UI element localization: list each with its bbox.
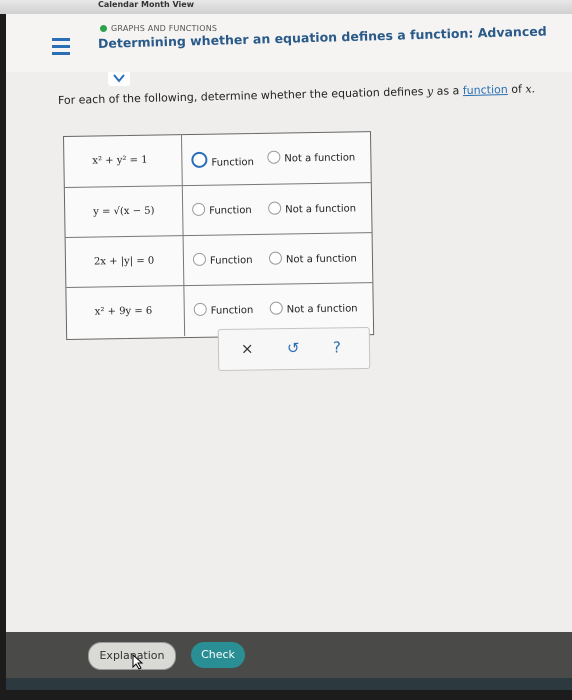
mouse-cursor-icon: [132, 654, 144, 670]
topic-category: GRAPHS AND FUNCTIONS: [111, 24, 218, 33]
equation-cell: x² + 9y = 6: [66, 286, 186, 338]
radio-icon[interactable]: [192, 252, 207, 266]
function-option[interactable]: Function: [192, 252, 253, 267]
help-icon[interactable]: ?: [333, 338, 341, 356]
equation: y = √(x − 5): [93, 205, 155, 218]
screen: GRAPHS AND FUNCTIONS Determining whether…: [6, 14, 572, 690]
function-option[interactable]: Function: [193, 302, 254, 317]
chevron-down-icon: [113, 74, 125, 83]
radio-icon[interactable]: [268, 251, 283, 265]
prompt-of: of: [511, 82, 523, 96]
option-label: Not a function: [286, 303, 358, 316]
equation: x² + y² = 1: [92, 154, 148, 167]
topic-breadcrumb: GRAPHS AND FUNCTIONS: [100, 24, 217, 33]
option-label: Function: [211, 157, 255, 169]
prompt-y-variable: y: [426, 84, 434, 98]
table-row: x² + y² = 1 Function Not a function: [64, 132, 371, 187]
window-title: Calendar Month View: [98, 0, 195, 9]
check-button[interactable]: Check: [191, 642, 245, 668]
radio-icon[interactable]: [193, 302, 207, 316]
equation-cell: y = √(x − 5): [64, 186, 184, 238]
table-row: y = √(x − 5) Function Not a function: [64, 182, 372, 238]
equation-cell: 2x + |y| = 0: [65, 236, 185, 288]
option-label: Not a function: [285, 203, 357, 216]
option-label: Not a function: [284, 152, 356, 165]
window-titlebar: Calendar Month View: [0, 0, 572, 14]
radio-icon[interactable]: [267, 150, 281, 164]
undo-icon[interactable]: ↺: [287, 339, 300, 357]
expand-button[interactable]: [108, 72, 130, 86]
option-label: Not a function: [285, 253, 357, 266]
menu-icon[interactable]: [52, 38, 72, 58]
equation: 2x + |y| = 0: [93, 255, 155, 268]
status-dot-icon: [100, 25, 107, 32]
option-label: Function: [210, 305, 254, 317]
clear-icon[interactable]: ×: [241, 340, 254, 358]
function-link[interactable]: function: [463, 83, 508, 97]
not-function-option[interactable]: Not a function: [267, 149, 356, 165]
not-function-option[interactable]: Not a function: [268, 200, 357, 216]
answer-table: x² + y² = 1 Function Not a function y = …: [63, 131, 375, 340]
not-function-option[interactable]: Not a function: [268, 250, 357, 266]
header: GRAPHS AND FUNCTIONS Determining whether…: [6, 14, 572, 72]
question-prompt: For each of the following, determine whe…: [58, 82, 535, 107]
radio-selected-icon[interactable]: [191, 151, 208, 168]
bottom-strip: [6, 678, 572, 690]
radio-icon[interactable]: [268, 201, 282, 215]
prompt-as: as a: [436, 84, 460, 98]
prompt-text: For each of the following, determine whe…: [57, 85, 424, 107]
answer-toolbox: × ↺ ?: [217, 326, 371, 372]
option-label: Function: [209, 205, 252, 217]
not-function-option[interactable]: Not a function: [269, 300, 358, 316]
radio-icon[interactable]: [269, 301, 283, 315]
equation-cell: x² + y² = 1: [64, 135, 183, 187]
option-label: Function: [209, 255, 253, 267]
function-option[interactable]: Function: [191, 151, 254, 169]
table-row: 2x + |y| = 0 Function Not a function: [65, 232, 373, 288]
function-option[interactable]: Function: [192, 202, 252, 217]
radio-icon[interactable]: [192, 202, 206, 216]
prompt-x-variable: x.: [525, 82, 536, 96]
equation: x² + 9y = 6: [94, 305, 153, 318]
